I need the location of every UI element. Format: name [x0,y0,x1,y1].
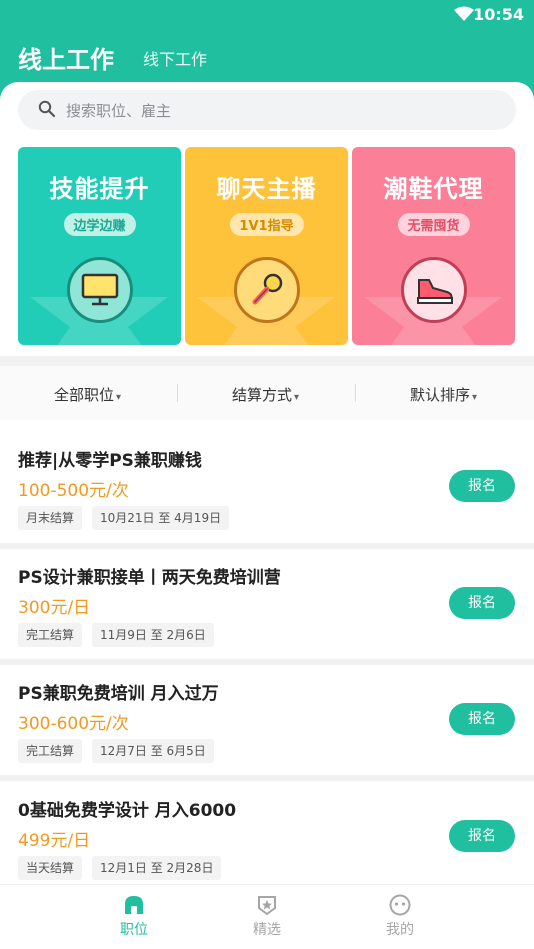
filter-separator [355,384,356,402]
sneaker-icon [400,257,467,323]
wifi-icon [454,6,474,21]
banner-badge: 边学边赚 [63,213,136,236]
microphone-icon [233,257,300,323]
job-salary: 100-500元/次 [18,481,129,501]
banner-badge: 无需囤货 [397,213,470,236]
job-salary: 300-600元/次 [18,714,129,734]
job-date-tag: 12月1日 至 2月28日 [92,856,222,880]
filter-separator [177,384,178,402]
caret-down-icon: ▾ [294,392,300,403]
section-divider [0,356,534,366]
tab-online-work[interactable]: 线上工作 [18,40,114,75]
tab-profile[interactable]: 我的 [370,893,430,939]
apply-button[interactable]: 报名 [449,703,515,735]
job-date-tag: 12月7日 至 6月5日 [92,739,214,763]
banner-chat-host[interactable]: 聊天主播 1V1指导 [185,147,348,345]
job-date-tag: 10月21日 至 4月19日 [92,506,230,530]
list-divider [0,659,534,665]
banner-title: 潮鞋代理 [383,175,484,203]
job-title: 0基础免费学设计 月入6000 [18,801,237,821]
job-title: PS兼职免费培训 月入过万 [18,684,219,704]
filter-bar: 全部职位 ▾ 结算方式 ▾ 默认排序 ▾ [0,366,534,420]
banner-title: 技能提升 [49,175,150,203]
bottom-tab-bar: 职位 精选 我的 [0,884,534,949]
banner-title: 聊天主播 [216,175,317,203]
apply-button[interactable]: 报名 [449,470,515,502]
job-salary: 300元/日 [18,598,91,618]
job-date-tag: 11月9日 至 2月6日 [92,623,214,647]
filter-all-jobs[interactable]: 全部职位 ▾ [54,384,121,405]
banner-badge: 1V1指导 [229,213,304,236]
caret-down-icon: ▾ [116,392,122,403]
banner-sneaker-agent[interactable]: 潮鞋代理 无需囤货 [352,147,515,345]
job-settlement-tag: 月末结算 [18,506,83,530]
tab-featured[interactable]: 精选 [237,893,297,939]
apply-button[interactable]: 报名 [449,587,515,619]
list-divider [0,543,534,549]
profile-face-icon [389,894,411,916]
job-title: 推荐|从零学PS兼职赚钱 [18,451,202,471]
banner-skill-upgrade[interactable]: 技能提升 边学边赚 [18,147,181,345]
monitor-icon [66,257,133,323]
status-bar: 10:54 [0,0,534,28]
job-salary: 499元/日 [18,831,91,851]
filter-settlement[interactable]: 结算方式 ▾ [232,384,299,405]
featured-star-icon [258,896,276,916]
tab-jobs[interactable]: 职位 [104,893,164,939]
job-settlement-tag: 完工结算 [18,623,83,647]
search-placeholder: 搜索职位、雇主 [66,102,172,120]
caret-down-icon: ▾ [472,392,478,403]
job-home-icon [125,896,143,914]
job-title: PS设计兼职接单丨两天免费培训营 [18,568,281,588]
search-icon [38,100,56,118]
apply-button[interactable]: 报名 [449,820,515,852]
job-settlement-tag: 当天结算 [18,856,83,880]
filter-sort[interactable]: 默认排序 ▾ [410,384,477,405]
status-time: 10:54 [473,5,524,24]
job-settlement-tag: 完工结算 [18,739,83,763]
list-divider [0,775,534,781]
tab-offline-work[interactable]: 线下工作 [143,46,207,70]
search-bar[interactable]: 搜索职位、雇主 [18,90,516,130]
